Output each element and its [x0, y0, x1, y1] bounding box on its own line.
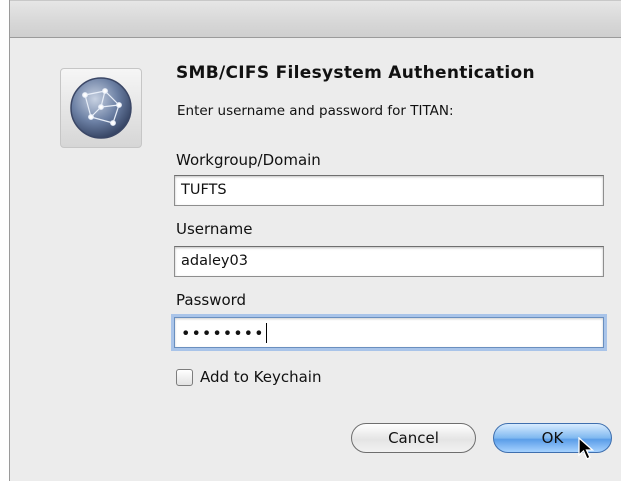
username-label: Username [176, 220, 253, 238]
dialog-subtitle: Enter username and password for TITAN: [177, 103, 454, 119]
workgroup-value: TUFTS [181, 182, 227, 198]
network-globe-icon [60, 68, 142, 148]
workgroup-field[interactable]: TUFTS [174, 175, 604, 206]
keychain-checkbox[interactable] [176, 369, 193, 386]
keychain-label[interactable]: Add to Keychain [200, 368, 321, 386]
workgroup-label: Workgroup/Domain [176, 151, 321, 169]
dialog-title: SMB/CIFS Filesystem Authentication [176, 63, 535, 83]
cancel-button[interactable]: Cancel [351, 423, 476, 453]
username-value: adaley03 [181, 253, 248, 269]
auth-dialog: SMB/CIFS Filesystem Authentication Enter… [9, 0, 621, 481]
password-field[interactable]: •••••••• [174, 317, 604, 348]
text-caret [265, 323, 267, 343]
mouse-pointer-icon [578, 437, 595, 460]
title-bar[interactable] [10, 0, 621, 38]
password-value: •••••••• [181, 323, 265, 343]
password-label: Password [176, 291, 247, 309]
username-field[interactable]: adaley03 [174, 246, 604, 277]
